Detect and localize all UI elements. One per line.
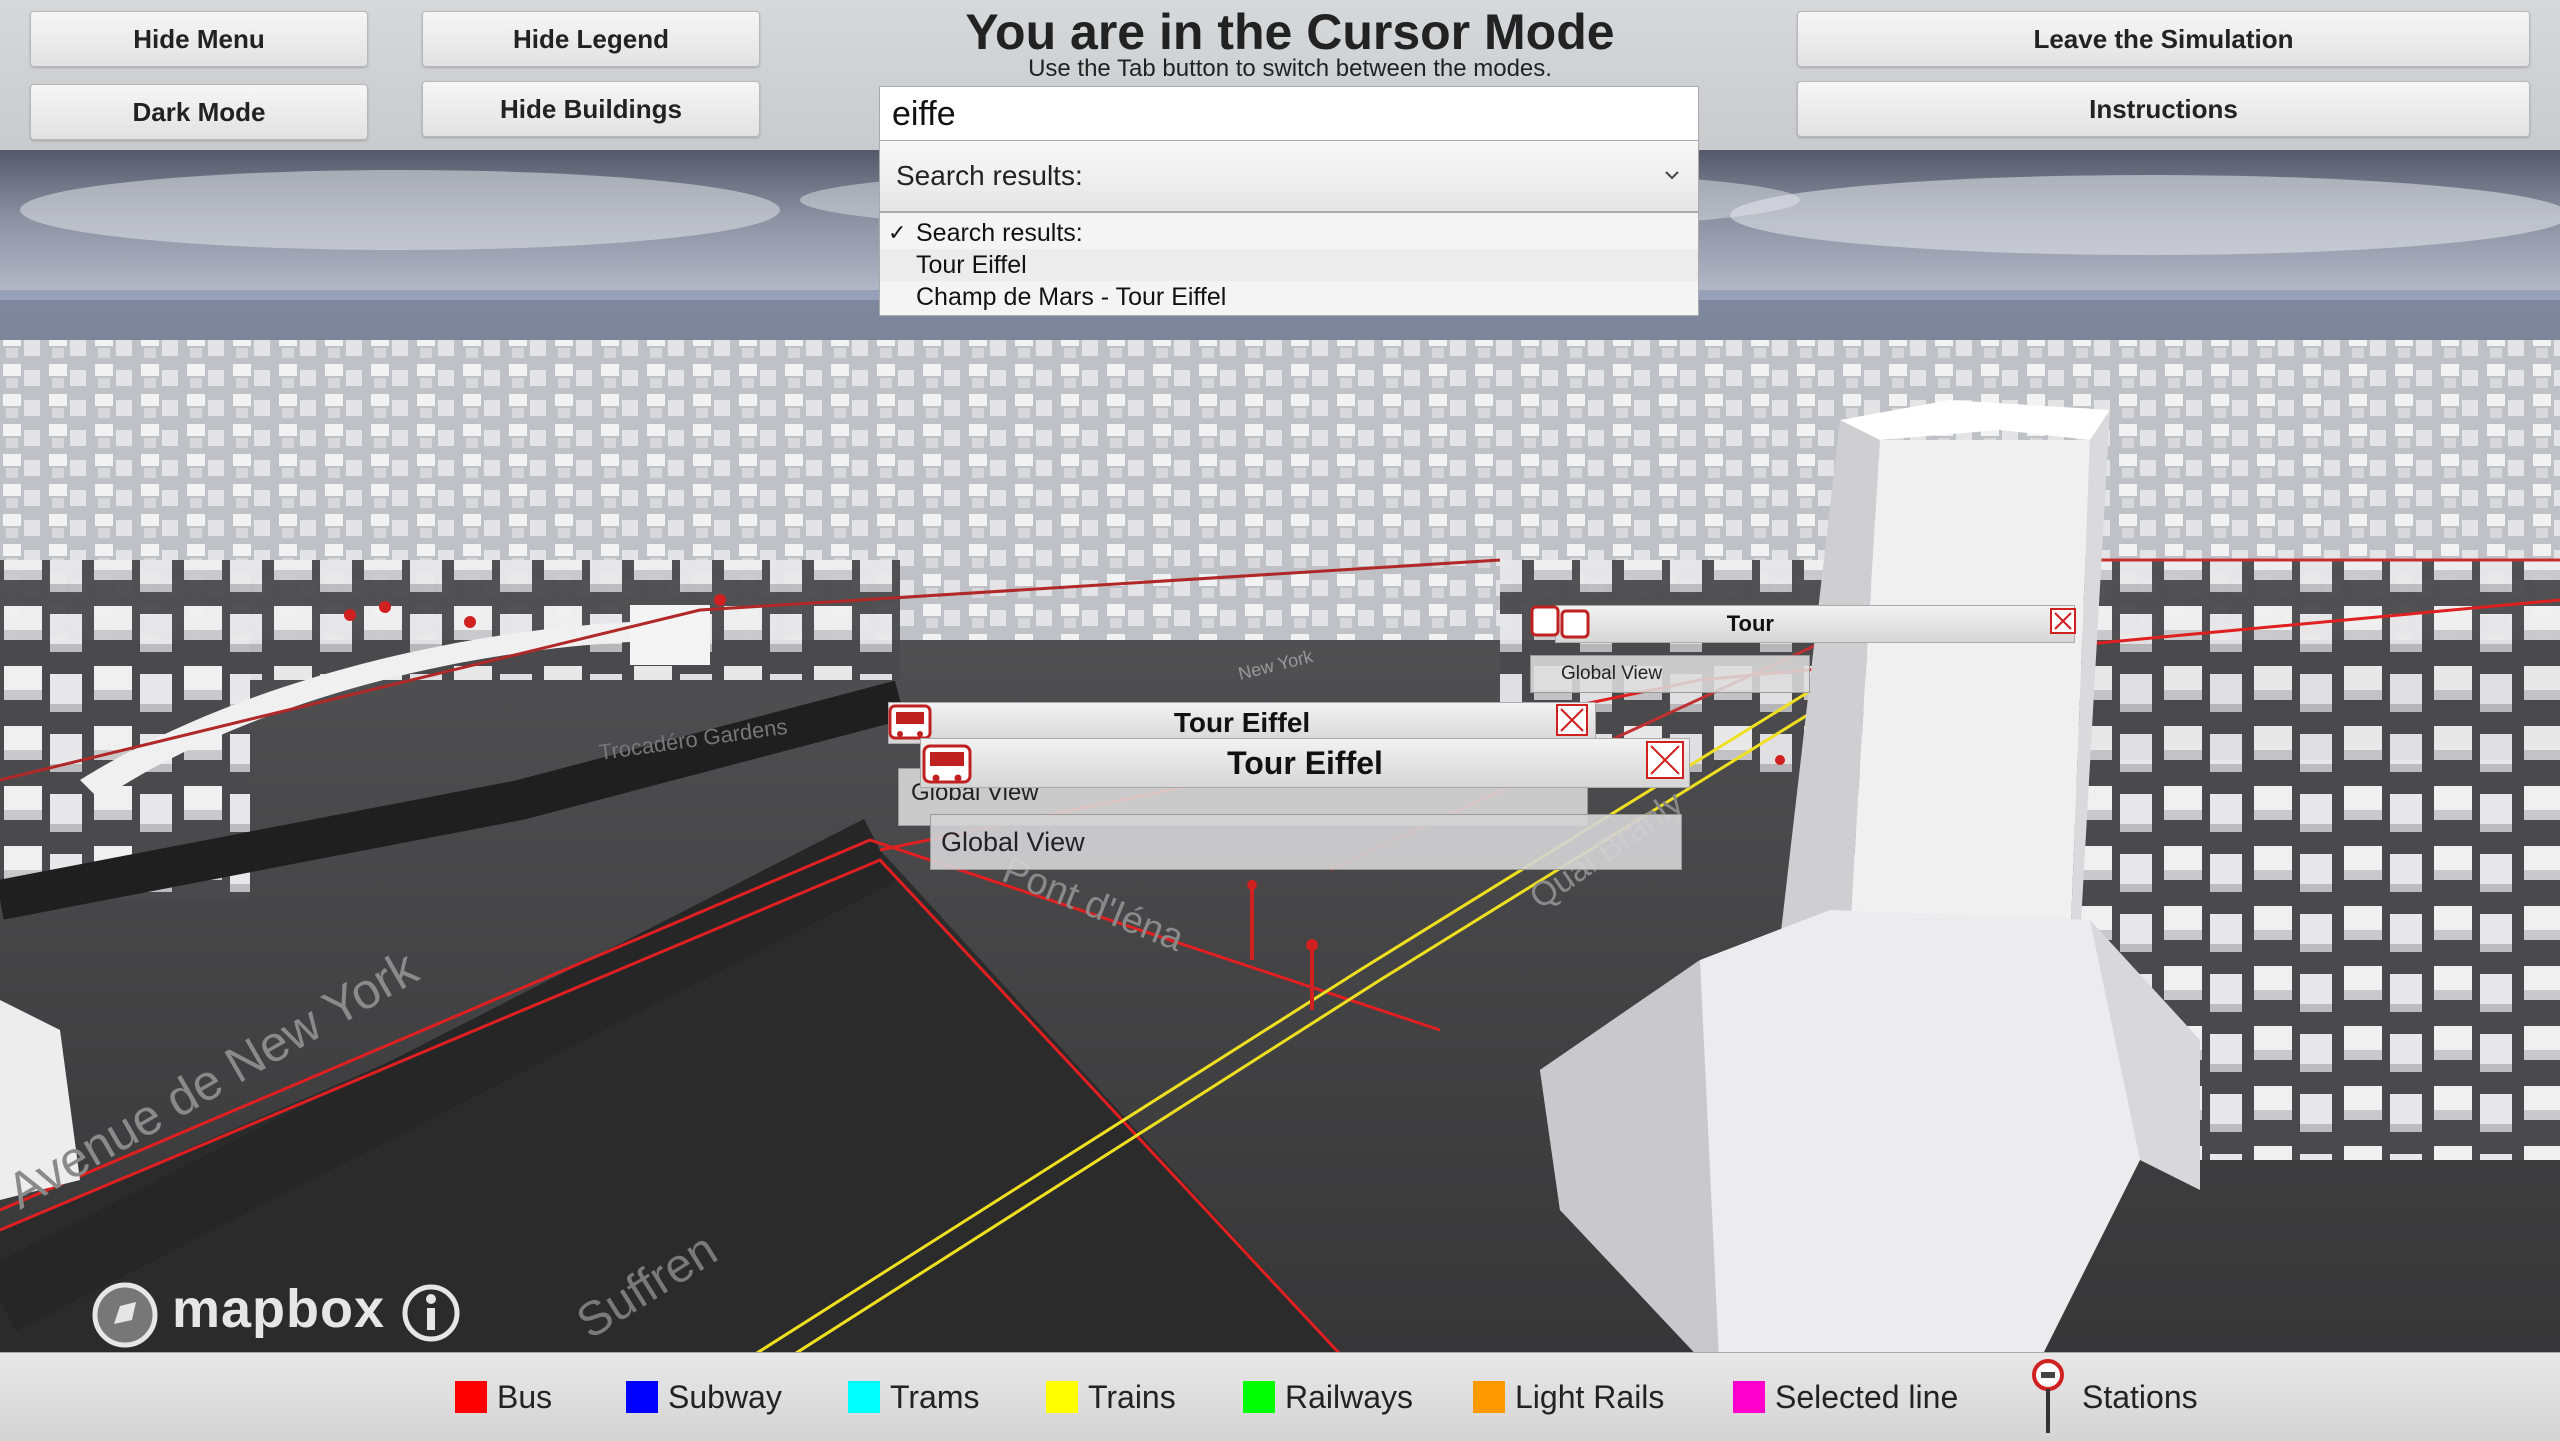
- legend-stations: Stations: [2030, 1353, 2198, 1441]
- leave-simulation-button[interactable]: Leave the Simulation: [1797, 11, 2530, 67]
- legend-trams: Trams: [848, 1353, 979, 1441]
- trains-swatch: [1046, 1381, 1078, 1413]
- legend-railways: Railways: [1243, 1353, 1413, 1441]
- check-icon: ✓: [888, 220, 907, 245]
- station-view-label: Global View: [1561, 663, 1663, 684]
- station-popup-title: Tour Eiffel: [1173, 707, 1311, 738]
- close-icon[interactable]: [1556, 704, 1588, 736]
- light-rails-swatch: [1473, 1381, 1505, 1413]
- dropdown-option[interactable]: Tour Eiffel: [880, 249, 1698, 281]
- close-icon[interactable]: [1646, 741, 1684, 779]
- dark-mode-button[interactable]: Dark Mode: [30, 84, 368, 140]
- legend-label: Light Rails: [1515, 1378, 1665, 1415]
- search-results-select[interactable]: Search results:: [879, 140, 1699, 212]
- legend-label: Railways: [1285, 1378, 1414, 1415]
- bus-swatch: [455, 1381, 487, 1413]
- dropdown-option[interactable]: ✓ Search results:: [880, 217, 1698, 249]
- dropdown-option[interactable]: Champ de Mars - Tour Eiffel: [880, 281, 1698, 313]
- mapbox-logo-icon: [92, 1282, 158, 1348]
- hide-buildings-button[interactable]: Hide Buildings: [422, 81, 760, 137]
- instructions-button[interactable]: Instructions: [1797, 81, 2530, 137]
- station-pin-icon: [2032, 1359, 2064, 1433]
- legend-selected-line: Selected line: [1733, 1353, 1958, 1441]
- search-select-label: Search results:: [896, 160, 1083, 191]
- station-view-label: Global View: [941, 826, 1085, 857]
- bus-icon: [1530, 605, 1590, 639]
- railways-swatch: [1243, 1381, 1275, 1413]
- legend-label: Selected line: [1775, 1378, 1959, 1415]
- legend-trains: Trains: [1046, 1353, 1176, 1441]
- legend-bar: Bus Subway Trams Trains Railways Light R…: [0, 1352, 2560, 1441]
- close-icon[interactable]: [2050, 608, 2076, 634]
- hide-legend-button[interactable]: Hide Legend: [422, 11, 760, 67]
- dropdown-option-label: Champ de Mars - Tour Eiffel: [916, 283, 1227, 311]
- station-popup[interactable]: Tour Eiffel: [920, 738, 1690, 788]
- legend-label: Stations: [2082, 1378, 2198, 1415]
- info-icon[interactable]: [400, 1282, 462, 1344]
- mode-subtitle: Use the Tab button to switch between the…: [1028, 55, 1552, 82]
- dropdown-option-label: Search results:: [916, 219, 1083, 247]
- legend-label: Subway: [668, 1378, 782, 1415]
- subway-swatch: [626, 1381, 658, 1413]
- legend-label: Trams: [890, 1378, 980, 1415]
- station-popup-view[interactable]: Global View: [930, 814, 1682, 870]
- search-results-dropdown: ✓ Search results: Tour Eiffel Champ de M…: [879, 212, 1699, 316]
- bus-icon: [922, 744, 972, 784]
- dropdown-option-label: Tour Eiffel: [916, 251, 1027, 279]
- station-popup-title: Tour Eiffel: [1227, 744, 1383, 781]
- search-input[interactable]: [879, 86, 1699, 142]
- station-popup-view[interactable]: Global View: [1530, 655, 1810, 693]
- legend-light-rails: Light Rails: [1473, 1353, 1664, 1441]
- chevron-down-icon: [1665, 171, 1679, 180]
- station-popup[interactable]: Tour: [1555, 605, 2075, 643]
- station-popup-title: Tour: [1726, 611, 1774, 636]
- trams-swatch: [848, 1381, 880, 1413]
- mapbox-wordmark: mapbox: [172, 1279, 386, 1339]
- legend-bus: Bus: [455, 1353, 552, 1441]
- selected-line-swatch: [1733, 1381, 1765, 1413]
- hide-menu-button[interactable]: Hide Menu: [30, 11, 368, 67]
- legend-subway: Subway: [626, 1353, 782, 1441]
- legend-label: Trains: [1088, 1378, 1176, 1415]
- mode-title: You are in the Cursor Mode: [965, 4, 1615, 60]
- legend-label: Bus: [497, 1378, 553, 1415]
